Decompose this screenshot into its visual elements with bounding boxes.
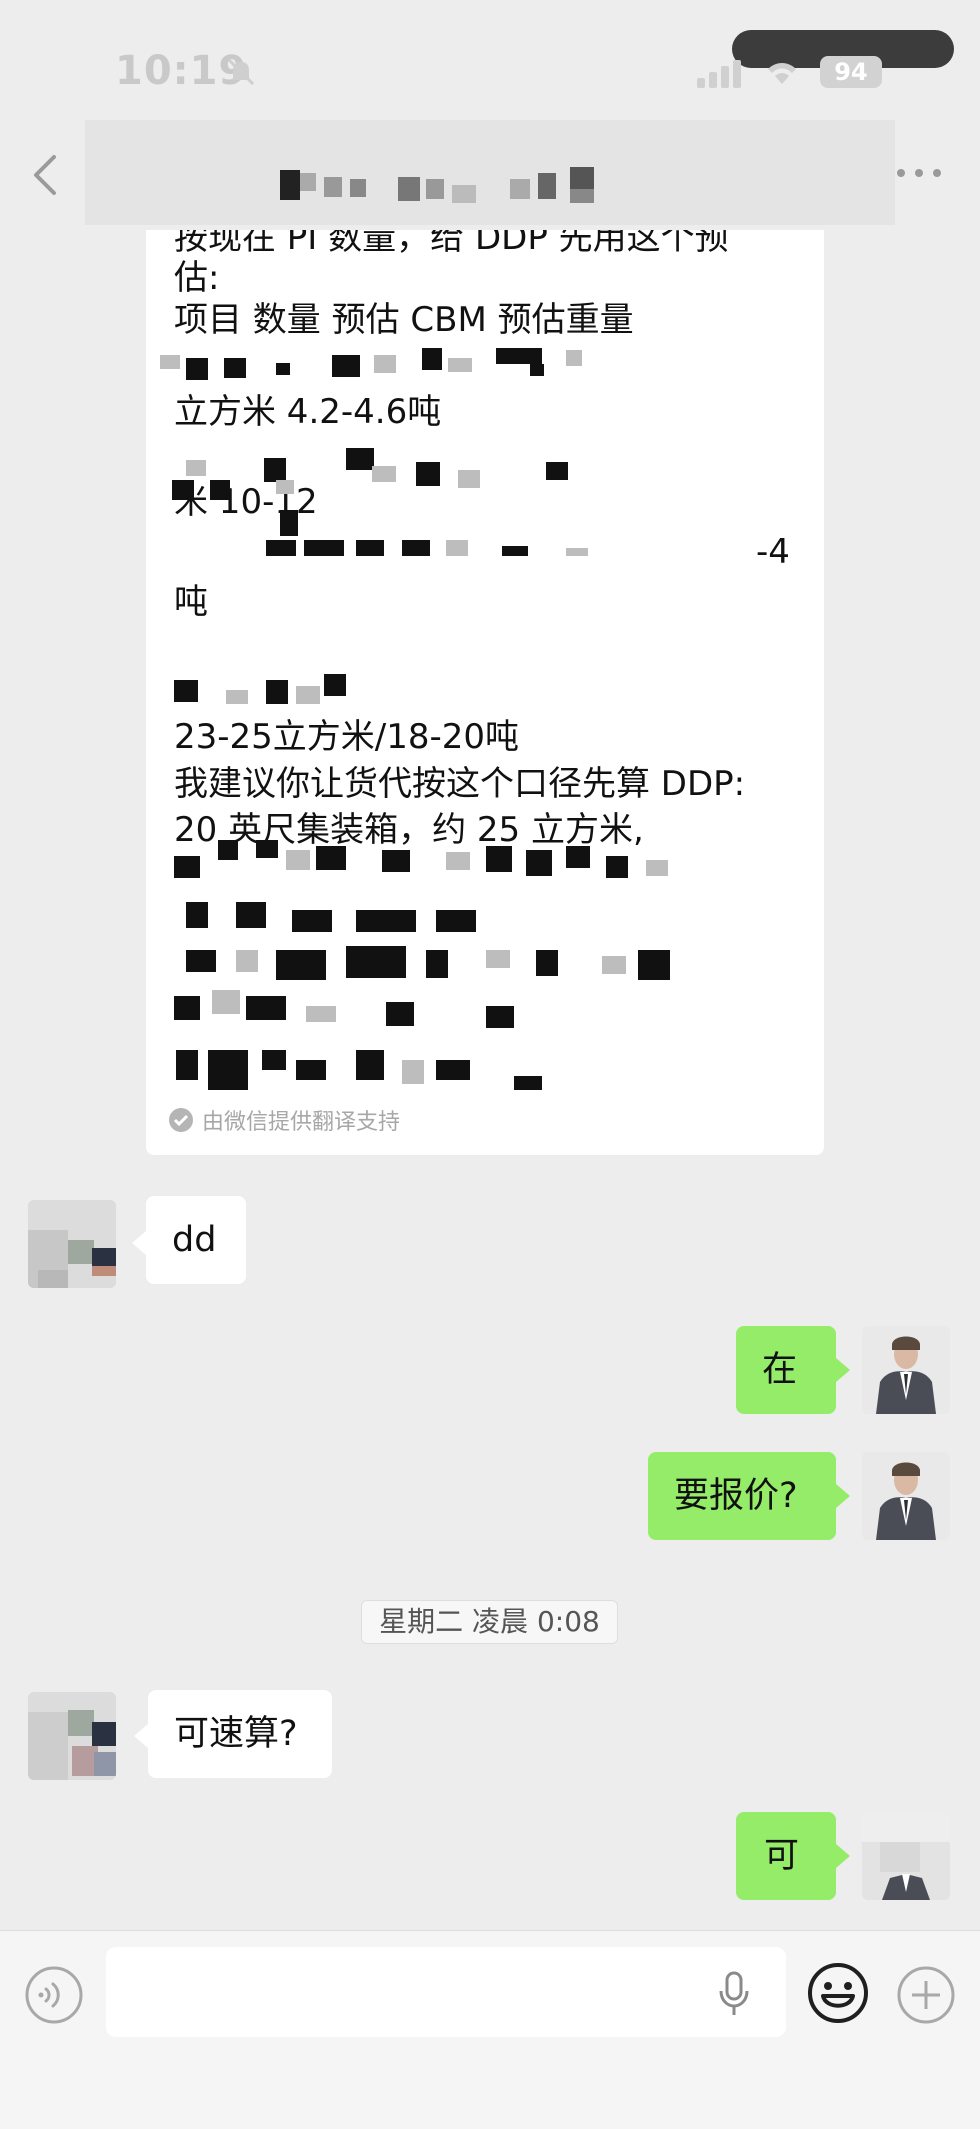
- avatar-image: [862, 1326, 950, 1414]
- bubble-arrow: [132, 1231, 146, 1255]
- message-text-field[interactable]: [106, 1947, 786, 2037]
- message-text: 在: [762, 1350, 798, 1390]
- cellular-signal-icon: [697, 60, 741, 88]
- avatar-image: [28, 1200, 116, 1288]
- message-line: 23-25立方米/18-20吨: [174, 717, 520, 757]
- bubble-arrow: [836, 1844, 850, 1868]
- outgoing-message-bubble[interactable]: 在: [736, 1326, 836, 1414]
- check-circle-icon: [169, 1108, 193, 1132]
- translation-attribution: 由微信提供翻译支持: [168, 1105, 400, 1135]
- message-text: 可: [764, 1836, 800, 1876]
- microphone-icon[interactable]: [716, 1971, 752, 2017]
- translation-attribution-text: 由微信提供翻译支持: [202, 1110, 401, 1135]
- message-text: dd: [172, 1220, 217, 1260]
- more-dots-icon[interactable]: [895, 165, 943, 181]
- my-avatar[interactable]: [862, 1812, 950, 1900]
- my-avatar[interactable]: [862, 1326, 950, 1414]
- avatar-image: [862, 1812, 950, 1900]
- incoming-message-bubble[interactable]: 可速算?: [148, 1690, 332, 1778]
- message-input-bar: [0, 1930, 980, 2129]
- bubble-arrow: [836, 1484, 850, 1508]
- translated-message-bubble[interactable]: 按现在 PI 数量，给 DDP 先用这个预 估: 项目 数量 预估 CBM 预估…: [146, 230, 824, 1155]
- contact-avatar[interactable]: [28, 1200, 116, 1288]
- mute-bell-icon: [227, 58, 255, 86]
- message-line: 按现在 PI 数量，给 DDP 先用这个预: [174, 230, 729, 258]
- message-timestamp: 星期二 凌晨 0:08: [361, 1600, 618, 1644]
- avatar-image: [862, 1452, 950, 1540]
- message-text: 可速算?: [174, 1714, 298, 1754]
- voice-icon[interactable]: [24, 1965, 84, 2025]
- message-line: 我建议你让货代按这个口径先算 DDP:: [174, 764, 746, 804]
- battery-indicator: 94: [820, 56, 882, 88]
- contact-avatar[interactable]: [28, 1692, 116, 1780]
- wifi-icon: [768, 63, 796, 84]
- redacted-title: [280, 167, 594, 203]
- incoming-message-bubble[interactable]: dd: [146, 1196, 246, 1284]
- message-line: -4: [756, 532, 790, 572]
- emoji-icon[interactable]: [806, 1961, 870, 2025]
- plus-icon[interactable]: [896, 1965, 956, 2025]
- chat-message-list[interactable]: 按现在 PI 数量，给 DDP 先用这个预 估: 项目 数量 预估 CBM 预估…: [0, 230, 980, 1930]
- avatar-image: [28, 1692, 116, 1780]
- message-line: 立方米 4.2-4.6吨: [174, 392, 442, 432]
- outgoing-message-bubble[interactable]: 要报价?: [648, 1452, 836, 1540]
- message-line: 吨: [174, 582, 208, 622]
- message-text: 要报价?: [674, 1476, 798, 1516]
- bubble-arrow: [134, 1724, 148, 1748]
- message-line: 项目 数量 预估 CBM 预估重量: [174, 300, 634, 340]
- chat-title[interactable]: [85, 120, 895, 225]
- message-line: 估:: [174, 258, 220, 298]
- outgoing-message-bubble[interactable]: 可: [736, 1812, 836, 1900]
- my-avatar[interactable]: [862, 1452, 950, 1540]
- chevron-left-icon[interactable]: [28, 151, 64, 199]
- chat-header: [0, 115, 980, 230]
- bubble-arrow: [836, 1358, 850, 1382]
